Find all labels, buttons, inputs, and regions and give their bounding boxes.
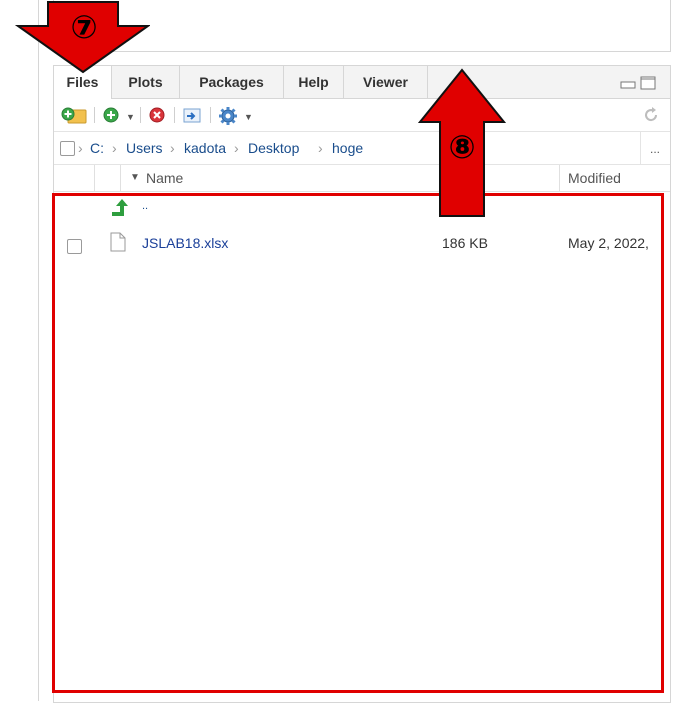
toolbar-separator (140, 107, 141, 123)
crumb-desktop[interactable]: Desktop (248, 140, 299, 156)
gear-icon[interactable] (218, 106, 238, 126)
tab-help-label: Help (298, 74, 329, 90)
tab-viewer[interactable]: Viewer (344, 66, 428, 98)
tab-packages-label: Packages (199, 74, 264, 90)
column-divider (94, 165, 95, 191)
toolbar-separator (174, 107, 175, 123)
crumb-separator: › (112, 140, 117, 156)
column-divider (559, 165, 560, 191)
maximize-icon[interactable] (640, 76, 656, 90)
toolbar-separator (94, 107, 95, 123)
toolbar-separator (210, 107, 211, 123)
tab-plots-label: Plots (128, 74, 163, 90)
crumb-users[interactable]: Users (126, 140, 163, 156)
crumb-separator: › (78, 140, 83, 156)
chevron-down-icon[interactable]: ▼ (126, 112, 135, 122)
column-name-header[interactable]: Name (146, 170, 183, 186)
annotation-label-7: ⑦ (70, 8, 98, 46)
sort-desc-icon: ▼ (130, 172, 140, 183)
tab-packages[interactable]: Packages (180, 66, 284, 98)
delete-icon[interactable] (148, 106, 166, 124)
crumb-hoge[interactable]: hoge (332, 140, 363, 156)
crumb-separator: › (170, 140, 175, 156)
annotation-label-8: ⑧ (448, 128, 476, 166)
tab-help[interactable]: Help (284, 66, 344, 98)
new-folder-icon[interactable] (60, 106, 90, 124)
rename-icon[interactable] (182, 106, 202, 124)
files-toolbar: ▼ ▼ (54, 99, 670, 132)
tab-files-label: Files (66, 74, 99, 90)
chevron-down-icon[interactable]: ▼ (244, 112, 253, 122)
tab-viewer-label: Viewer (363, 74, 408, 90)
crumb-drive[interactable]: C: (90, 140, 104, 156)
crumb-separator: › (318, 140, 323, 156)
refresh-icon[interactable] (642, 106, 660, 124)
column-divider (120, 165, 121, 191)
column-modified-header[interactable]: Modified (568, 170, 621, 186)
select-all-checkbox[interactable] (60, 141, 75, 156)
left-panel-edge (0, 0, 39, 701)
minimize-icon[interactable] (620, 76, 636, 90)
new-blank-file-icon[interactable] (102, 106, 120, 124)
path-more-button[interactable]: ... (650, 142, 660, 156)
crumb-separator: › (234, 140, 239, 156)
path-breadcrumb: › C: › Users › kadota › Desktop › hoge .… (54, 132, 670, 165)
highlight-box (52, 193, 664, 693)
path-divider (640, 132, 641, 164)
file-list-header: ▼ Name Modified (54, 165, 670, 192)
crumb-kadota[interactable]: kadota (184, 140, 226, 156)
